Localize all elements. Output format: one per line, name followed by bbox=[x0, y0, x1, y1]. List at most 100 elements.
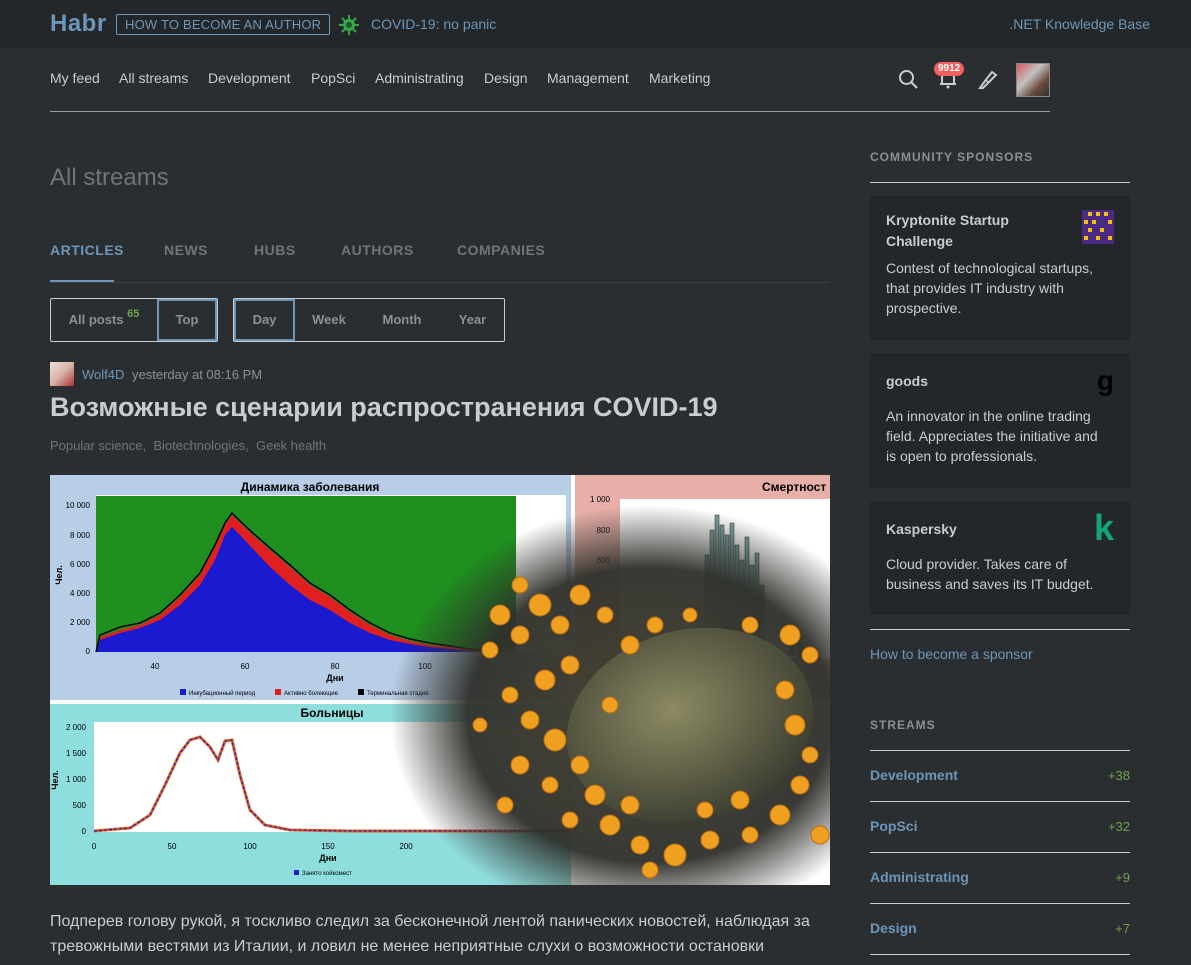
become-sponsor-link[interactable]: How to become a sponsor bbox=[870, 646, 1033, 662]
nav-management[interactable]: Management bbox=[547, 70, 629, 86]
hub-link[interactable]: Biotechnologies, bbox=[153, 438, 248, 453]
cover-collage: Динамика заболевания 10 000 8 000 6 000 … bbox=[50, 475, 830, 885]
tab-hubs[interactable]: HUBS bbox=[254, 242, 296, 258]
virus-icon[interactable] bbox=[338, 14, 360, 36]
nav-all-streams[interactable]: All streams bbox=[119, 70, 188, 86]
chart1-ytick: 2 000 bbox=[70, 618, 91, 627]
nav-divider bbox=[50, 111, 1050, 112]
chart3-xtick: 150 bbox=[321, 842, 335, 851]
chart3-xtick: 200 bbox=[399, 842, 413, 851]
sponsor-card-kryptonite[interactable]: Kryptonite Startup Challenge Contest of … bbox=[870, 196, 1130, 340]
period-week[interactable]: Week bbox=[295, 299, 363, 341]
sponsor-title[interactable]: Kaspersky bbox=[886, 519, 1066, 540]
stream-count: +38 bbox=[1107, 768, 1130, 783]
sponsor-description: Contest of technological startups, that … bbox=[886, 260, 1094, 316]
nav-development[interactable]: Development bbox=[208, 70, 291, 86]
nav-administrating[interactable]: Administrating bbox=[375, 70, 464, 86]
kryptonite-logo-icon bbox=[1082, 210, 1114, 244]
chart3-ytick: 2 000 bbox=[66, 723, 87, 732]
top-bar: Habr HOW TO BECOME AN AUTHOR COVID-19: n… bbox=[0, 0, 1191, 48]
covid-link[interactable]: COVID-19: no panic bbox=[371, 16, 496, 32]
period-day[interactable]: Day bbox=[234, 299, 295, 341]
post-time: yesterday at 08:16 PM bbox=[132, 367, 263, 382]
author-name[interactable]: Wolf4D bbox=[82, 367, 124, 382]
hub-link[interactable]: Popular science, bbox=[50, 438, 146, 453]
author-avatar[interactable] bbox=[50, 362, 74, 386]
kaspersky-logo-icon: k bbox=[1093, 507, 1114, 548]
chart3-legend: Занято койкомест bbox=[302, 870, 352, 877]
chart2-title: Смертност bbox=[762, 480, 826, 494]
post-title[interactable]: Возможные сценарии распространения COVID… bbox=[50, 392, 718, 423]
sponsor-card-kaspersky[interactable]: Kaspersky k Cloud provider. Takes care o… bbox=[870, 501, 1130, 615]
search-icon[interactable] bbox=[897, 68, 919, 90]
stream-name[interactable]: Development bbox=[870, 767, 958, 783]
all-posts-label: All posts bbox=[68, 312, 124, 327]
chart3-ytick: 1 000 bbox=[66, 775, 87, 784]
all-posts-filter[interactable]: All posts 65 bbox=[51, 299, 157, 341]
chart1-ytick: 6 000 bbox=[70, 560, 91, 569]
period-year[interactable]: Year bbox=[441, 299, 504, 341]
net-knowledge-base-link[interactable]: .NET Knowledge Base bbox=[1009, 16, 1150, 32]
posts-filter: All posts 65 Top bbox=[50, 298, 218, 342]
post-hubs: Popular science, Biotechnologies, Geek h… bbox=[50, 438, 326, 453]
tab-articles[interactable]: ARTICLES bbox=[50, 242, 124, 258]
chart1-title: Динамика заболевания bbox=[241, 480, 380, 494]
tab-companies[interactable]: COMPANIES bbox=[457, 242, 545, 258]
nav-popsci[interactable]: PopSci bbox=[311, 70, 355, 86]
chart3-xtick: 100 bbox=[243, 842, 257, 851]
goods-logo-icon: g bbox=[1096, 365, 1114, 396]
sponsor-card-goods[interactable]: goods g An innovator in the online tradi… bbox=[870, 353, 1130, 488]
chart1-ytick: 0 bbox=[86, 647, 91, 656]
nav-marketing[interactable]: Marketing bbox=[649, 70, 710, 86]
hub-link[interactable]: Geek health bbox=[256, 438, 326, 453]
stream-count: +7 bbox=[1115, 921, 1130, 936]
stream-name[interactable]: Design bbox=[870, 920, 917, 936]
chart3-title: Больницы bbox=[301, 706, 364, 720]
become-author-button[interactable]: HOW TO BECOME AN AUTHOR bbox=[116, 14, 331, 35]
stream-row[interactable]: Development +38 bbox=[870, 751, 1130, 802]
user-avatar[interactable] bbox=[1016, 63, 1050, 97]
stream-count: +9 bbox=[1115, 870, 1130, 885]
sponsor-title[interactable]: goods bbox=[886, 371, 1066, 392]
sponsors-divider bbox=[870, 182, 1130, 183]
notifications-badge: 9912 bbox=[934, 62, 965, 76]
top-filter[interactable]: Top bbox=[157, 299, 217, 341]
sponsors-bottom-divider bbox=[870, 629, 1130, 630]
chart3-ylabel: Чел. bbox=[50, 770, 60, 790]
stream-row[interactable]: Administrating +9 bbox=[870, 853, 1130, 904]
stream-name[interactable]: Administrating bbox=[870, 869, 969, 885]
period-filter: Day Week Month Year bbox=[233, 298, 505, 342]
chart3-ytick: 0 bbox=[82, 827, 87, 836]
chart2-ytick: 1 000 bbox=[590, 495, 611, 504]
post-cover-image[interactable]: Динамика заболевания 10 000 8 000 6 000 … bbox=[50, 475, 830, 885]
nav-my-feed[interactable]: My feed bbox=[50, 70, 100, 86]
period-month[interactable]: Month bbox=[363, 299, 441, 341]
chart1-ytick: 4 000 bbox=[70, 589, 91, 598]
tab-authors[interactable]: AUTHORS bbox=[341, 242, 414, 258]
chart3-ytick: 1 500 bbox=[66, 749, 87, 758]
chart1-ytick: 10 000 bbox=[66, 501, 91, 510]
nav-design[interactable]: Design bbox=[484, 70, 528, 86]
sponsor-description: Cloud provider. Takes care of business a… bbox=[886, 556, 1094, 592]
chart1-xlabel: Дни bbox=[326, 673, 343, 683]
chart1-ytick: 8 000 bbox=[70, 531, 91, 540]
stream-row[interactable]: Design +7 bbox=[870, 904, 1130, 955]
chart3-xlabel: Дни bbox=[319, 853, 336, 863]
chart3-xtick: 50 bbox=[168, 842, 177, 851]
chart3-ytick: 500 bbox=[73, 801, 87, 810]
chart1-legend-item: Активно болеющие bbox=[284, 691, 339, 697]
stream-count: +32 bbox=[1107, 819, 1130, 834]
page-title: All streams bbox=[50, 164, 169, 191]
tab-news[interactable]: NEWS bbox=[164, 242, 208, 258]
sponsors-heading: COMMUNITY SPONSORS bbox=[870, 150, 1034, 164]
post-excerpt: Подперев голову рукой, я тоскливо следил… bbox=[50, 913, 810, 955]
stream-row[interactable]: PopSci +32 bbox=[870, 802, 1130, 853]
chart1-xtick: 40 bbox=[151, 662, 160, 671]
write-post-icon[interactable] bbox=[977, 68, 999, 90]
habr-logo[interactable]: Habr bbox=[50, 10, 107, 38]
chart1-xtick: 60 bbox=[241, 662, 250, 671]
streams-heading: STREAMS bbox=[870, 718, 936, 732]
chart3-xtick: 0 bbox=[92, 842, 97, 851]
sponsor-title[interactable]: Kryptonite Startup Challenge bbox=[886, 210, 1066, 252]
stream-name[interactable]: PopSci bbox=[870, 818, 917, 834]
